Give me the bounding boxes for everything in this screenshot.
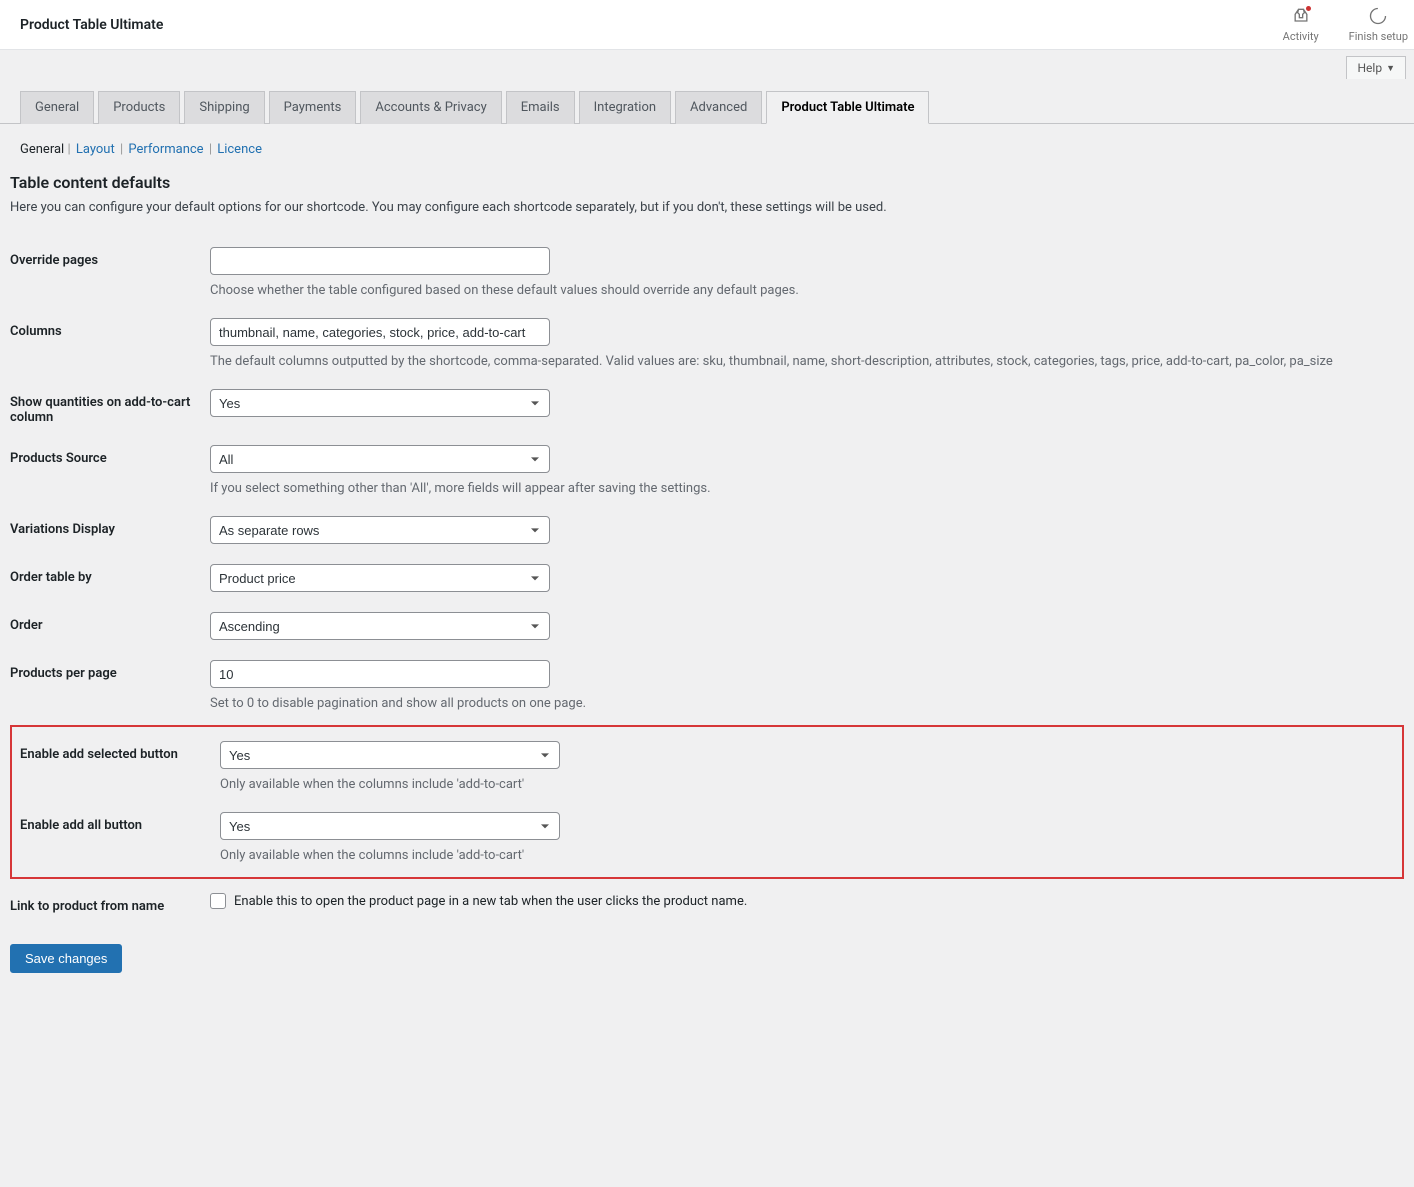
desc-products-source: If you select something other than 'All'… [210, 481, 1384, 496]
tab-advanced[interactable]: Advanced [675, 91, 762, 124]
desc-columns: The default columns outputted by the sho… [210, 354, 1384, 369]
row-columns: Columns The default columns outputted by… [10, 308, 1404, 379]
per-page-input[interactable] [210, 660, 550, 688]
activity-dot-icon [1306, 6, 1311, 11]
label-products-source: Products Source [10, 445, 210, 466]
tab-general[interactable]: General [20, 91, 94, 124]
tab-integration[interactable]: Integration [579, 91, 671, 124]
top-bar: Product Table Ultimate Activity Finish s… [0, 0, 1414, 50]
finish-setup-button[interactable]: Finish setup [1349, 0, 1408, 49]
label-order: Order [10, 612, 210, 633]
tab-payments[interactable]: Payments [269, 91, 357, 124]
help-row: Help ▼ [0, 50, 1414, 79]
desc-enable-add-all: Only available when the columns include … [220, 848, 1378, 863]
columns-input[interactable] [210, 318, 550, 346]
row-products-source: Products Source All If you select someth… [10, 435, 1404, 506]
label-enable-add-all: Enable add all button [20, 812, 220, 833]
row-show-quantities: Show quantities on add-to-cart column Ye… [10, 379, 1404, 435]
chevron-down-icon: ▼ [1386, 63, 1395, 74]
label-order-by: Order table by [10, 564, 210, 585]
save-button[interactable]: Save changes [10, 944, 122, 973]
row-per-page: Products per page Set to 0 to disable pa… [10, 650, 1404, 721]
activity-label: Activity [1283, 30, 1319, 43]
help-tab[interactable]: Help ▼ [1346, 56, 1406, 79]
subnav-general[interactable]: General [20, 142, 64, 157]
label-per-page: Products per page [10, 660, 210, 681]
section-desc: Here you can configure your default opti… [10, 200, 1404, 215]
label-columns: Columns [10, 318, 210, 339]
row-variations-display: Variations Display As separate rows [10, 506, 1404, 554]
row-enable-add-all: Enable add all button Yes Only available… [16, 802, 1398, 873]
activity-button[interactable]: Activity [1277, 0, 1325, 49]
label-show-quantities: Show quantities on add-to-cart column [10, 389, 210, 425]
tab-emails[interactable]: Emails [506, 91, 575, 124]
tab-product-table-ultimate[interactable]: Product Table Ultimate [766, 91, 929, 124]
tab-shipping[interactable]: Shipping [184, 91, 264, 124]
enable-add-selected-select[interactable]: Yes [220, 741, 560, 769]
subnav-licence[interactable]: Licence [215, 142, 264, 157]
form-table: Override pages Choose whether the table … [10, 237, 1404, 924]
desc-override-pages: Choose whether the table configured base… [210, 283, 1384, 298]
override-pages-input[interactable] [210, 247, 550, 275]
row-link-product: Link to product from name Enable this to… [10, 883, 1404, 924]
link-product-checkbox[interactable] [210, 893, 226, 909]
variations-display-select[interactable]: As separate rows [210, 516, 550, 544]
enable-add-all-select[interactable]: Yes [220, 812, 560, 840]
section-title: Table content defaults [10, 173, 1404, 192]
show-quantities-select[interactable]: Yes [210, 389, 550, 417]
tab-accounts-privacy[interactable]: Accounts & Privacy [360, 91, 501, 124]
top-bar-right: Activity Finish setup [1277, 0, 1414, 49]
row-order-by: Order table by Product price [10, 554, 1404, 602]
label-override-pages: Override pages [10, 247, 210, 268]
nav-tabs: General Products Shipping Payments Accou… [0, 79, 1414, 124]
products-source-select[interactable]: All [210, 445, 550, 473]
order-by-select[interactable]: Product price [210, 564, 550, 592]
order-select[interactable]: Ascending [210, 612, 550, 640]
sub-nav: General | Layout | Performance | Licence [10, 134, 1404, 157]
row-enable-add-selected: Enable add selected button Yes Only avai… [16, 731, 1398, 802]
highlight-box: Enable add selected button Yes Only avai… [10, 725, 1404, 879]
tab-products[interactable]: Products [98, 91, 180, 124]
label-link-product: Link to product from name [10, 893, 210, 914]
help-label: Help [1357, 61, 1382, 75]
row-order: Order Ascending [10, 602, 1404, 650]
row-override-pages: Override pages Choose whether the table … [10, 237, 1404, 308]
subnav-layout[interactable]: Layout [74, 142, 117, 157]
desc-link-product: Enable this to open the product page in … [234, 894, 747, 909]
finish-setup-label: Finish setup [1349, 30, 1408, 43]
page-title: Product Table Ultimate [20, 17, 163, 33]
progress-circle-icon [1368, 6, 1388, 26]
label-variations-display: Variations Display [10, 516, 210, 537]
content-area: General | Layout | Performance | Licence… [0, 124, 1414, 983]
desc-per-page: Set to 0 to disable pagination and show … [210, 696, 1384, 711]
separator: | [67, 142, 73, 157]
desc-enable-add-selected: Only available when the columns include … [220, 777, 1378, 792]
label-enable-add-selected: Enable add selected button [20, 741, 220, 762]
subnav-performance[interactable]: Performance [126, 142, 205, 157]
